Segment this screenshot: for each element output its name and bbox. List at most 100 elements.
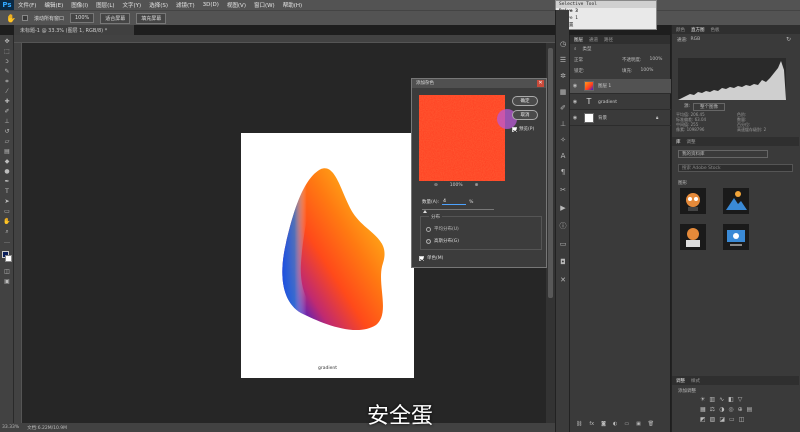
channel-mixer-icon[interactable]: ⊕ [738, 406, 743, 413]
blur-tool-icon[interactable]: ◆ [3, 159, 11, 165]
menu-filter[interactable]: 滤镜(T) [172, 1, 199, 9]
zoom-out-icon[interactable]: ⊖ [434, 183, 438, 188]
refresh-icon[interactable]: ↻ [786, 36, 791, 43]
amount-input[interactable]: 4 [442, 199, 467, 205]
gaussian-radio[interactable] [426, 238, 431, 244]
source-select[interactable]: 整个图像 [693, 103, 726, 111]
clone-panel-icon[interactable]: ⊥ [559, 120, 567, 128]
curves-icon[interactable]: ∿ [719, 396, 724, 403]
noise-preview[interactable] [419, 95, 505, 181]
uniform-radio[interactable] [426, 226, 431, 232]
menu-view[interactable]: 视图(V) [223, 1, 250, 9]
preview-checkbox[interactable] [512, 126, 517, 132]
status-zoom[interactable]: 33.33% [2, 425, 19, 430]
history-brush-tool-icon[interactable]: ↺ [3, 129, 11, 135]
eye-icon[interactable]: ◉ [570, 99, 580, 105]
menu-file[interactable]: 文件(F) [14, 1, 40, 9]
tab-adjust-lib[interactable]: 调整 [687, 139, 696, 145]
stamp-tool-icon[interactable]: ⊥ [3, 119, 11, 125]
bw-icon[interactable]: ◑ [719, 406, 724, 413]
vibrance-icon[interactable]: ▽ [738, 396, 743, 403]
tab-paths[interactable]: 路径 [604, 37, 613, 43]
close-icon[interactable]: ✕ [537, 80, 544, 87]
marquee-tool-icon[interactable]: ⬚ [3, 49, 11, 55]
layer-row[interactable]: ◉ 图层 1 [570, 79, 671, 94]
character-panel-icon[interactable]: A [559, 152, 567, 160]
eye-icon[interactable]: ◉ [570, 83, 580, 89]
fill-value[interactable]: 100% [641, 68, 654, 74]
brush-tool-icon[interactable]: ✐ [3, 109, 11, 115]
ok-button[interactable]: 确定 [512, 96, 538, 106]
tab-adjustments[interactable]: 调整 [676, 378, 685, 384]
info-panel-icon[interactable]: ⓘ [559, 222, 567, 230]
gradient-map-icon[interactable]: ▭ [729, 416, 735, 423]
hand-tool-side-icon[interactable]: ✋ [3, 219, 11, 225]
library-graphic-mountain[interactable] [723, 188, 749, 214]
tab-color[interactable]: 颜色 [676, 27, 685, 33]
amount-slider-track[interactable] [422, 209, 494, 210]
eye-icon[interactable]: ◉ [570, 115, 580, 121]
history-panel-icon[interactable]: ◷ [559, 40, 567, 48]
invert-icon[interactable]: ◩ [700, 416, 706, 423]
amount-slider-handle[interactable] [423, 210, 427, 213]
menu-select[interactable]: 选择(S) [145, 1, 172, 9]
menu-3d[interactable]: 3D(D) [199, 2, 223, 8]
link-icon[interactable]: ⛓ [576, 421, 582, 427]
fill-screen-button[interactable]: 填充屏幕 [136, 12, 167, 24]
path-select-tool-icon[interactable]: ➤ [3, 199, 11, 205]
adjustment-layer-icon[interactable]: ◐ [613, 421, 617, 427]
tool-presets-icon[interactable]: ✂ [559, 186, 567, 194]
library-select[interactable]: 我的资料库 [678, 150, 768, 158]
layer-row[interactable]: ◉ T gradient [570, 95, 671, 110]
paragraph-panel-icon[interactable]: ¶ [559, 168, 567, 176]
menu-edit[interactable]: 编辑(E) [40, 1, 67, 9]
menu-window[interactable]: 窗口(W) [250, 1, 279, 9]
menu-type[interactable]: 文字(Y) [119, 1, 146, 9]
brush-panel-icon[interactable]: ✐ [559, 104, 567, 112]
healing-tool-icon[interactable]: ✚ [3, 99, 11, 105]
uniform-option[interactable]: 平均分布(U) [426, 226, 459, 232]
crop-tool-icon[interactable]: ⌗ [3, 79, 11, 85]
preview-toggle[interactable]: 预览(P) [512, 126, 534, 132]
more-tools-icon[interactable]: … [3, 239, 11, 245]
timeline-panel-icon[interactable]: ▭ [559, 240, 567, 248]
quick-select-tool-icon[interactable]: ✎ [3, 69, 11, 75]
cancel-button[interactable]: 取消 [512, 110, 538, 120]
lookup-icon[interactable]: ▤ [747, 406, 753, 413]
zoom-tool-icon[interactable]: ⌕ [3, 229, 11, 235]
move-tool-icon[interactable]: ✥ [3, 39, 11, 45]
mask-icon[interactable]: ◙ [601, 421, 606, 427]
tab-libraries[interactable]: 库 [676, 139, 681, 145]
monochromatic-checkbox[interactable] [419, 255, 424, 261]
navigator-panel-icon[interactable]: ✧ [559, 136, 567, 144]
threshold-icon[interactable]: ◪ [719, 416, 725, 423]
tab-styles[interactable]: 样式 [691, 378, 700, 384]
fit-screen-button[interactable]: 适合屏幕 [100, 12, 131, 24]
library-graphic-owl[interactable] [680, 188, 706, 214]
tab-channels[interactable]: 通道 [589, 37, 598, 43]
type-tool-icon[interactable]: T [3, 189, 11, 195]
blend-mode-select[interactable]: 正常 [574, 57, 614, 63]
trash-icon[interactable]: 🗑︎ [648, 421, 654, 427]
3d-panel-icon[interactable]: ✕ [559, 276, 567, 284]
shape-tool-icon[interactable]: ▭ [3, 209, 11, 215]
new-layer-icon[interactable]: ▣ [636, 421, 641, 427]
document-tab[interactable]: 未标题-1 @ 33.3% (图层 1, RGB/8) * [14, 25, 134, 35]
actions-panel-icon[interactable]: ▶ [559, 204, 567, 212]
opacity-value[interactable]: 100% [650, 57, 663, 63]
gaussian-option[interactable]: 高斯分布(G) [426, 238, 459, 244]
dodge-tool-icon[interactable]: ● [3, 169, 11, 175]
screen-mode-icon[interactable]: ▣ [3, 279, 11, 285]
levels-icon[interactable]: ▥ [709, 396, 715, 403]
library-graphic-person[interactable] [680, 224, 706, 250]
brightness-icon[interactable]: ☀ [700, 396, 705, 403]
pen-tool-icon[interactable]: ✒ [3, 179, 11, 185]
layer-kind-select[interactable]: 类型 [583, 46, 592, 52]
library-graphic-screen[interactable] [723, 224, 749, 250]
properties-panel-icon[interactable]: ☰ [559, 56, 567, 64]
fx-icon[interactable]: fx [589, 421, 594, 427]
background-color-swatch[interactable] [5, 255, 12, 262]
balance-icon[interactable]: ⚖ [710, 406, 715, 413]
menu-help[interactable]: 帮助(H) [279, 1, 306, 9]
photo-filter-icon[interactable]: ◎ [728, 406, 733, 413]
